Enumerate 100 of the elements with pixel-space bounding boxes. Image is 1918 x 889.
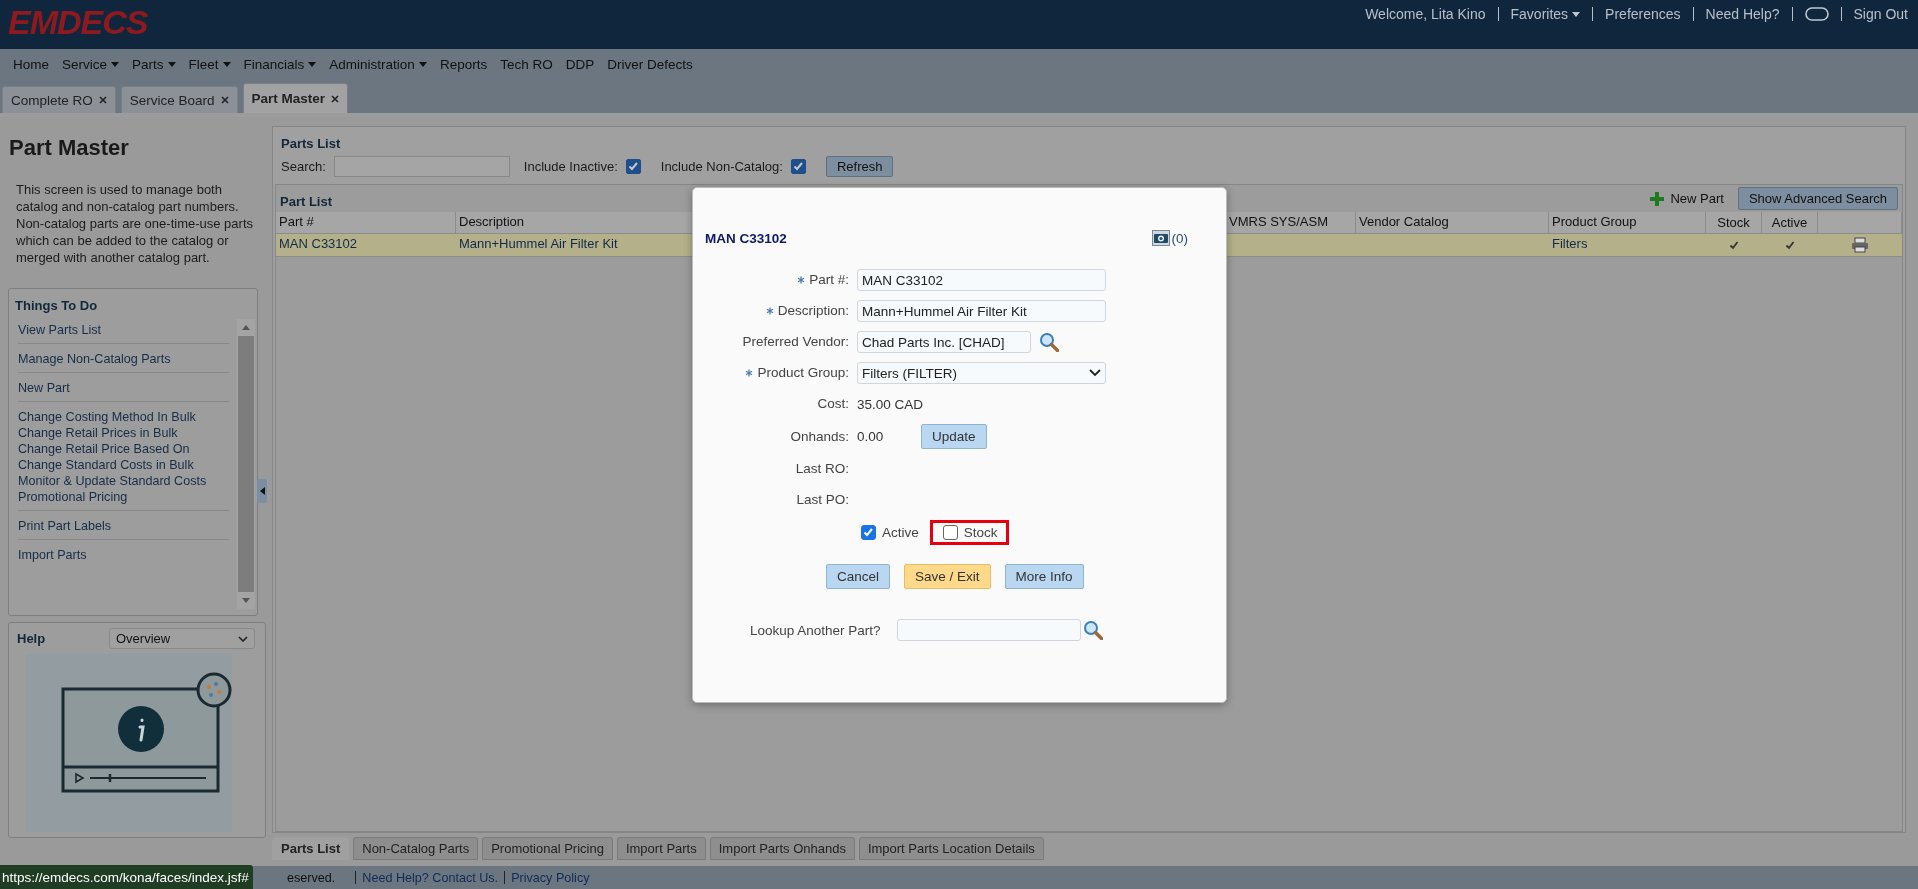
vendor-field[interactable]: Chad Parts Inc. [CHAD] [857,331,1031,353]
column-header[interactable]: Product Group [1549,212,1706,234]
filter-label: Include Non-Catalog: [660,159,783,174]
menu-item[interactable]: Reports [439,56,488,72]
caret-icon [418,61,427,67]
task-link[interactable]: Manage Non-Catalog Parts [18,351,229,367]
menu-item[interactable]: Fleet [188,56,231,72]
task-link[interactable]: New Part [18,380,229,396]
checkbox-box[interactable] [942,525,958,540]
task-link[interactable]: Change Standard Costs in Bulk [18,457,229,473]
search-field[interactable] [333,156,510,177]
checkbox[interactable]: Active [859,522,925,543]
caret-icon [308,61,317,67]
task-link[interactable]: View Parts List [18,322,229,338]
page-description: This screen is used to manage both catalog and non-catalog part numbers. Non-catalog parts are one-time-use parts which can be added to the catalog or merged with another catalog part. [16,181,254,266]
dialog-button[interactable]: Cancel [826,564,891,589]
section-tab[interactable]: Parts List [272,837,350,860]
new-part-link[interactable]: New Part [1649,190,1724,207]
text-field[interactable]: MAN C33102 [857,269,1106,291]
help-topic-select[interactable]: Overview [109,628,255,649]
search-label: Search: [281,159,326,174]
product-group-select[interactable]: Filters (FILTER) [857,362,1106,384]
field-value: 0.00 [857,429,885,444]
panel-title: Part List [279,193,333,209]
lookup-field[interactable] [896,619,1081,641]
table-cell: MAN C33102 [276,234,456,257]
close-icon[interactable] [98,96,107,104]
scroll-down-icon[interactable] [242,598,250,603]
panel-title: Parts List [280,135,342,151]
menu-item[interactable]: Financials [243,56,317,72]
filter-checkbox[interactable] [790,159,806,174]
search-icon[interactable] [1082,620,1103,640]
task-link[interactable]: Change Retail Prices in Bulk [18,425,229,441]
task-link[interactable]: Import Parts [18,547,229,563]
header-link[interactable]: Need Help? [1705,6,1780,22]
field-label: Part #: [809,271,849,289]
field-label: Last RO: [795,460,849,478]
close-icon[interactable] [220,96,229,104]
column-header[interactable]: Stock [1706,212,1762,234]
caret-icon [222,61,231,67]
column-header[interactable]: Part # [276,212,456,234]
column-header[interactable]: Active [1762,212,1818,234]
filter-checkbox[interactable] [625,159,641,174]
menu-item[interactable]: Driver Defects [607,56,693,72]
checkbox-box[interactable] [861,525,876,540]
dialog-button[interactable]: More Info [1004,564,1084,589]
highlighted-checkbox[interactable]: Stock [929,520,1009,545]
dialog-button[interactable]: Save / Exit [904,564,991,589]
favorites-menu[interactable]: Favorites [1510,6,1581,22]
toggle-icon[interactable] [1804,7,1829,21]
panel-title: Things To Do [14,297,99,313]
section-tab[interactable]: Import Parts Location Details [858,837,1044,860]
link-url-tooltip: https://emdecs.com/kona/faces/index.jsf# [0,865,253,889]
page-title: Part Master [9,135,130,161]
section-tab[interactable]: Import Parts Onhands [709,837,855,860]
field-value: 35.00 CAD [857,396,924,412]
footer-link[interactable]: Privacy Policy [511,870,590,885]
menu-item[interactable]: Tech RO [500,56,553,72]
text-field[interactable]: Mann+Hummel Air Filter Kit [857,300,1106,322]
section-tab[interactable]: Promotional Pricing [482,837,613,860]
column-header[interactable]: Vendor Catalog [1356,212,1549,234]
search-icon[interactable] [1039,332,1059,352]
menu-item[interactable]: Administration [329,56,427,72]
scroll-up-icon[interactable] [242,325,250,330]
welcome-text: Welcome, Lita Kino [1365,6,1486,22]
footer-link[interactable]: Need Help? Contact Us. [362,870,499,885]
lookup-label: Lookup Another Part? [750,622,881,638]
caret-icon [167,61,176,67]
column-header[interactable]: VMRS SYS/ASM [1226,212,1356,234]
chevron-icon [238,635,248,642]
refresh-button[interactable]: Refresh [825,156,894,177]
field-label: Description: [777,302,849,320]
task-link[interactable]: Promotional Pricing [18,489,229,505]
task-link[interactable]: Change Retail Price Based On [18,441,229,457]
close-icon[interactable] [331,94,340,103]
advanced-search-button[interactable]: Show Advanced Search [1737,187,1898,210]
section-tab[interactable]: Import Parts [616,837,706,860]
menu-item[interactable]: Parts [132,56,176,72]
scrollbar[interactable] [237,319,255,609]
video-help-drawing[interactable] [26,654,232,832]
menu-item[interactable]: Service [62,56,120,72]
printer-icon[interactable] [1851,237,1869,253]
section-tab[interactable]: Non-Catalog Parts [353,837,479,860]
task-link[interactable]: Monitor & Update Standard Costs [18,473,229,489]
camera-icon [1151,230,1170,246]
task-link[interactable]: Print Part Labels [18,518,229,534]
menu-item[interactable]: DDP [565,56,595,72]
task-link[interactable]: Change Costing Method In Bulk [18,409,229,425]
header-link[interactable]: Preferences [1605,6,1681,22]
menu-item[interactable]: Home [13,56,49,72]
page-tab[interactable]: Complete RO [2,86,116,113]
photos-link[interactable]: (0) [1151,230,1188,246]
field-label: Onhands: [790,427,849,446]
chevron-icon [1089,369,1101,377]
header-link[interactable]: Sign Out [1853,6,1908,22]
copyright-text: eserved. [287,870,336,885]
collapse-handle[interactable] [257,479,267,503]
page-tab[interactable]: Service Board [120,86,238,113]
update-button[interactable]: Update [921,424,987,449]
page-tab[interactable]: Part Master [242,83,349,113]
